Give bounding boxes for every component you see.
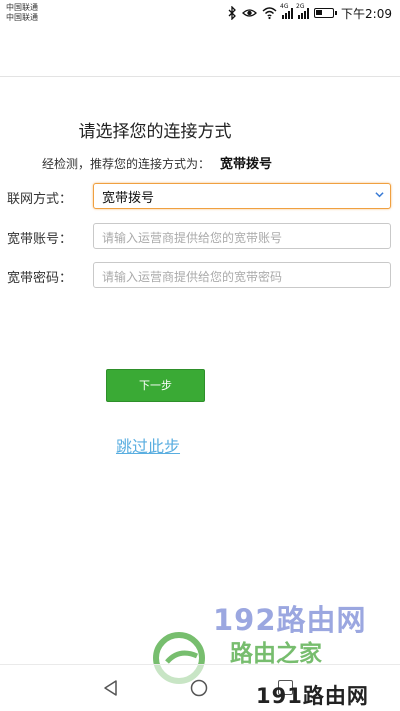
network-type-2: 2G <box>296 3 305 10</box>
eye-icon <box>242 9 258 17</box>
header-divider <box>0 76 400 77</box>
wifi-icon <box>262 7 277 20</box>
home-icon[interactable] <box>190 679 208 697</box>
next-button[interactable]: 下一步 <box>106 369 205 402</box>
password-label: 宽带密码： <box>7 271 73 286</box>
status-icons: 4G 2G 下午2:09 <box>228 3 392 21</box>
signal-2g-icon: 2G <box>296 3 310 19</box>
signal-4g-icon: 4G <box>280 3 294 19</box>
watermark-luyou: 路由之家 <box>230 641 322 667</box>
password-row: 宽带密码： 请输入运营商提供给您的宽带密码 <box>0 262 400 290</box>
connection-type-value: 宽带拨号 <box>102 191 155 206</box>
battery-icon <box>314 8 338 18</box>
account-row: 宽带账号： 请输入运营商提供给您的宽带账号 <box>0 223 400 251</box>
clock: 下午2:09 <box>341 6 392 21</box>
carrier-2: 中国联通 <box>6 13 38 22</box>
connection-row: 联网方式： 宽带拨号 <box>0 183 400 211</box>
hint-value: 宽带拨号 <box>220 157 273 172</box>
account-input[interactable]: 请输入运营商提供给您的宽带账号 <box>93 223 391 249</box>
back-icon[interactable] <box>102 679 120 697</box>
connection-type-select[interactable]: 宽带拨号 <box>93 183 391 209</box>
connection-label: 联网方式： <box>7 192 73 207</box>
watermark-191: 191路由网 <box>256 684 369 708</box>
recommendation-hint: 经检测，推荐您的连接方式为： 宽带拨号 <box>42 153 272 172</box>
account-label: 宽带账号： <box>7 232 73 247</box>
network-type-1: 4G <box>280 3 289 10</box>
hint-prefix: 经检测，推荐您的连接方式为： <box>42 157 211 171</box>
skip-link[interactable]: 跳过此步 <box>116 433 180 457</box>
password-input[interactable]: 请输入运营商提供给您的宽带密码 <box>93 262 391 288</box>
watermark-192: 192路由网 <box>213 603 367 637</box>
chevron-down-icon <box>375 192 384 198</box>
status-bar: 中国联通 中国联通 4G 2G 下午2:09 <box>0 0 400 26</box>
bluetooth-icon <box>228 6 236 20</box>
carrier-1: 中国联通 <box>6 3 38 12</box>
page-title: 请选择您的连接方式 <box>78 122 232 142</box>
